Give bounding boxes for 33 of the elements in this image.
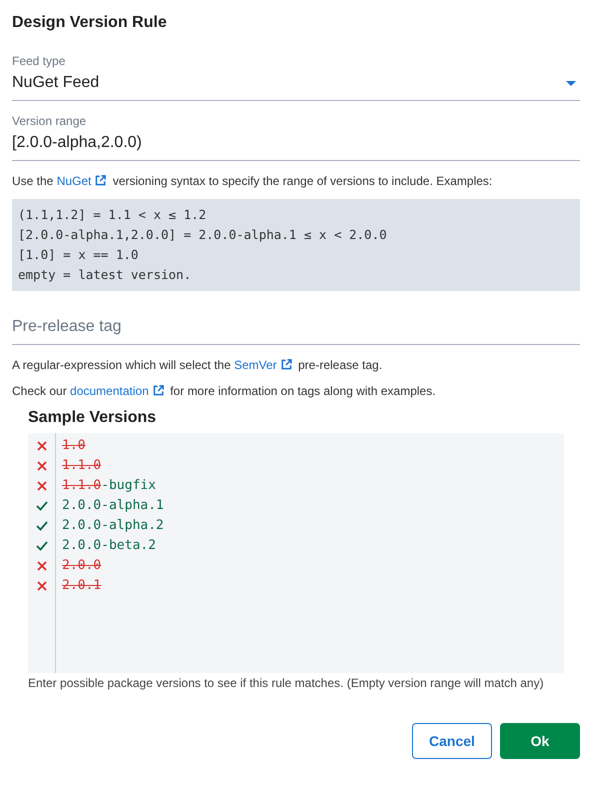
caret-icon [566, 80, 576, 86]
field-label: Version range [12, 113, 88, 129]
example-line: empty = latest version. [18, 266, 192, 284]
version-line: 2.0.0 [62, 557, 102, 575]
version-line: 2.0.0-beta.2 [62, 537, 157, 555]
version-line: 1.1.0-bugfix [62, 477, 157, 495]
version-range-field[interactable]: [2.0.0-alpha,2.0.0) [12, 131, 580, 161]
section-title: Sample Versions [28, 408, 158, 428]
nuget-link[interactable]: NuGet [56, 174, 110, 188]
version-line: 1.0 [62, 437, 86, 455]
versions-editor[interactable]: 1.0 1.1.0 1.1.0-bugfix 2.0.0-alpha.1 2.0.0-alpha.2 2.0.0-beta.2 2.0.0 2.0.1 [28, 433, 564, 673]
feed-type-dropdown[interactable]: NuGet Feed [12, 71, 580, 101]
external-link-icon [95, 175, 106, 186]
doc-link[interactable]: documentation [70, 384, 167, 398]
version-line: 2.0.0-alpha.1 [62, 497, 164, 515]
example-line: [1.0] = x == 1.0 [18, 246, 140, 264]
prerelease-tag-field[interactable]: Pre-release tag [12, 315, 580, 345]
version-line: 1.1.0 [62, 457, 102, 475]
external-link-icon [280, 359, 292, 370]
field-label: Feed type [12, 53, 66, 69]
example-line: [2.0.0-alpha.1,2.0.0] = 2.0.0-alpha.1 ≤ x < 2.0.0 [18, 226, 388, 244]
help-text: A regular-expression which will select the SemVer pre-release tag. [12, 357, 384, 373]
dialog-title: Design Version Rule [12, 13, 168, 33]
help-text: Check our documentation for more information on tags along with examples. [12, 383, 437, 399]
ok-button[interactable]: Ok [500, 723, 580, 759]
help-text: Use the NuGet versioning syntax to specify the range of versions to include. Examples: [12, 173, 494, 189]
cancel-button[interactable]: Cancel [412, 723, 492, 759]
version-line: 2.0.0-alpha.2 [62, 517, 164, 535]
version-line: 2.0.1 [62, 577, 102, 595]
example-line: (1.1,1.2] = 1.1 < x ≤ 1.2 [18, 206, 208, 224]
hint-text: Enter possible package versions to see if this rule matches. (Empty version range will match any) [28, 675, 545, 692]
external-link-icon [152, 385, 164, 396]
doc-link[interactable]: SemVer [234, 358, 295, 372]
